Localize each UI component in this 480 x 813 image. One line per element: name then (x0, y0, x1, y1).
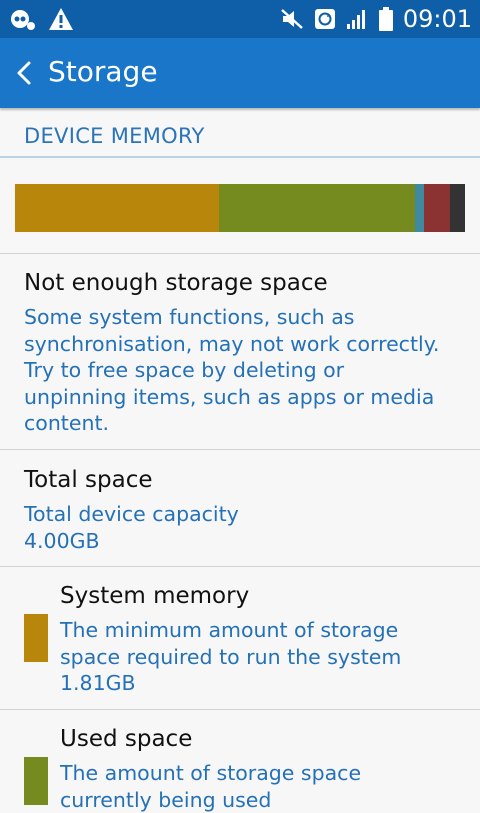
warning-icon (49, 8, 73, 30)
used-space-description: The amount of storage space currently be… (60, 761, 362, 812)
divider (0, 709, 480, 710)
storage-bar-segment-3 (415, 184, 425, 232)
status-time: 09:01 (402, 5, 472, 33)
system-memory-swatch (24, 614, 48, 662)
mute-icon (280, 9, 303, 29)
warning-description: Some system functions, such as synchroni… (24, 305, 440, 435)
used-space-title: Used space (60, 726, 193, 752)
system-memory-title: System memory (60, 583, 250, 609)
section-divider (0, 156, 480, 158)
sync-icon (314, 9, 335, 29)
divider (0, 253, 480, 254)
app-bar: Storage (0, 38, 480, 108)
battery-icon (378, 7, 393, 31)
storage-usage-bar (15, 184, 465, 232)
storage-bar-used-space (218, 184, 416, 232)
divider (0, 449, 480, 450)
voicemail-icon (11, 10, 35, 30)
total-space-value: 4.00GB (24, 528, 100, 553)
storage-bar-system-memory (15, 184, 219, 232)
divider (0, 566, 480, 567)
total-space-description: Total device capacity 4.00GB (24, 502, 239, 553)
system-memory-description: The minimum amount of storage space requ… (60, 618, 402, 695)
signal-icon (346, 10, 365, 29)
used-space-swatch (24, 757, 48, 805)
warning-title: Not enough storage space (24, 270, 328, 296)
status-bar: 09:01 (0, 0, 480, 38)
total-space-title: Total space (24, 467, 153, 493)
storage-bar-segment-4 (424, 184, 450, 232)
system-memory-value: 1.81GB (60, 671, 136, 695)
storage-bar-segment-5 (449, 184, 465, 232)
chevron-left-icon[interactable] (12, 60, 38, 86)
page-title: Storage (48, 55, 158, 88)
section-header: DEVICE MEMORY (24, 124, 205, 148)
